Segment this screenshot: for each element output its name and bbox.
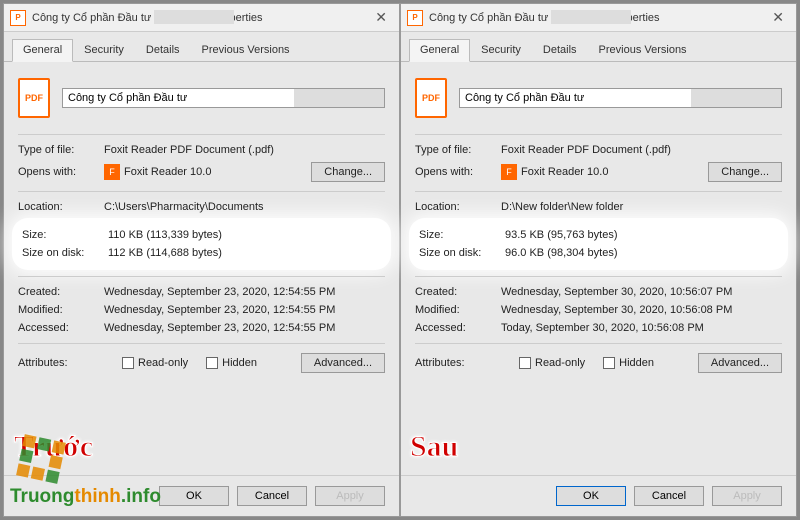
change-button[interactable]: Change... (708, 162, 782, 182)
label-modified: Modified: (415, 304, 501, 316)
tab-previous-versions[interactable]: Previous Versions (191, 39, 301, 62)
label-size-on-disk: Size on disk: (22, 247, 108, 259)
tab-general[interactable]: General (409, 39, 470, 62)
value-modified: Wednesday, September 23, 2020, 12:54:55 … (104, 304, 385, 316)
value-location: D:\New folder\New folder (501, 201, 782, 213)
tab-details[interactable]: Details (532, 39, 588, 62)
tab-previous-versions[interactable]: Previous Versions (588, 39, 698, 62)
label-size: Size: (22, 229, 108, 241)
value-location: C:\Users\Pharmacity\Documents (104, 201, 385, 213)
ok-button[interactable]: OK (556, 486, 626, 506)
titlebar: P Công ty Cổ phần Đầu tư Properties ✕ (4, 4, 399, 32)
redacted-region (691, 89, 781, 107)
label-created: Created: (415, 286, 501, 298)
cancel-button[interactable]: Cancel (237, 486, 307, 506)
label-type: Type of file: (415, 144, 501, 156)
readonly-checkbox[interactable]: Read-only (519, 357, 585, 369)
readonly-checkbox[interactable]: Read-only (122, 357, 188, 369)
value-accessed: Today, September 30, 2020, 10:56:08 PM (501, 322, 782, 334)
label-modified: Modified: (18, 304, 104, 316)
highlight-size-block: Size:110 KB (113,339 bytes) Size on disk… (12, 218, 391, 270)
advanced-button[interactable]: Advanced... (698, 353, 782, 373)
foxit-app-icon: F (104, 164, 120, 180)
change-button[interactable]: Change... (311, 162, 385, 182)
label-location: Location: (18, 201, 104, 213)
pdf-icon: P (407, 10, 423, 26)
tabs: General Security Details Previous Versio… (401, 32, 796, 62)
highlight-size-block: Size:93.5 KB (95,763 bytes) Size on disk… (409, 218, 788, 270)
value-created: Wednesday, September 30, 2020, 10:56:07 … (501, 286, 782, 298)
label-accessed: Accessed: (18, 322, 104, 334)
value-type: Foxit Reader PDF Document (.pdf) (104, 144, 385, 156)
titlebar: P Công ty Cổ phần Đầu tư Properties ✕ (401, 4, 796, 32)
file-type-pdf-icon: PDF (18, 78, 50, 118)
value-opens-with: FFoxit Reader 10.0 (501, 164, 708, 180)
cancel-button[interactable]: Cancel (634, 486, 704, 506)
value-modified: Wednesday, September 30, 2020, 10:56:08 … (501, 304, 782, 316)
close-icon[interactable]: ✕ (369, 9, 393, 26)
value-created: Wednesday, September 23, 2020, 12:54:55 … (104, 286, 385, 298)
label-attributes: Attributes: (415, 357, 501, 369)
value-size: 93.5 KB (95,763 bytes) (505, 229, 778, 241)
filename-input[interactable]: Công ty Cổ phần Đầu tư (459, 88, 782, 108)
redacted-region (154, 10, 234, 24)
label-size: Size: (419, 229, 505, 241)
redacted-region (294, 89, 384, 107)
properties-dialog-after: P Công ty Cổ phần Đầu tư Properties ✕ Ge… (400, 3, 797, 517)
value-size-on-disk: 96.0 KB (98,304 bytes) (505, 247, 778, 259)
file-type-pdf-icon: PDF (415, 78, 447, 118)
label-accessed: Accessed: (415, 322, 501, 334)
value-accessed: Wednesday, September 23, 2020, 12:54:55 … (104, 322, 385, 334)
tab-security[interactable]: Security (470, 39, 532, 62)
label-opens-with: Opens with: (415, 166, 501, 178)
foxit-app-icon: F (501, 164, 517, 180)
hidden-checkbox[interactable]: Hidden (206, 357, 257, 369)
value-opens-with: FFoxit Reader 10.0 (104, 164, 311, 180)
close-icon[interactable]: ✕ (766, 9, 790, 26)
filename-input[interactable]: Công ty Cổ phần Đầu tư (62, 88, 385, 108)
advanced-button[interactable]: Advanced... (301, 353, 385, 373)
tabs: General Security Details Previous Versio… (4, 32, 399, 62)
redacted-region (551, 10, 631, 24)
label-attributes: Attributes: (18, 357, 104, 369)
value-type: Foxit Reader PDF Document (.pdf) (501, 144, 782, 156)
apply-button[interactable]: Apply (712, 486, 782, 506)
tab-general[interactable]: General (12, 39, 73, 62)
tab-details[interactable]: Details (135, 39, 191, 62)
value-size-on-disk: 112 KB (114,688 bytes) (108, 247, 381, 259)
ok-button[interactable]: OK (159, 486, 229, 506)
label-location: Location: (415, 201, 501, 213)
properties-dialog-before: P Công ty Cổ phần Đầu tư Properties ✕ Ge… (3, 3, 400, 517)
hidden-checkbox[interactable]: Hidden (603, 357, 654, 369)
pdf-icon: P (10, 10, 26, 26)
value-size: 110 KB (113,339 bytes) (108, 229, 381, 241)
apply-button[interactable]: Apply (315, 486, 385, 506)
label-type: Type of file: (18, 144, 104, 156)
tab-security[interactable]: Security (73, 39, 135, 62)
label-size-on-disk: Size on disk: (419, 247, 505, 259)
label-created: Created: (18, 286, 104, 298)
label-opens-with: Opens with: (18, 166, 104, 178)
